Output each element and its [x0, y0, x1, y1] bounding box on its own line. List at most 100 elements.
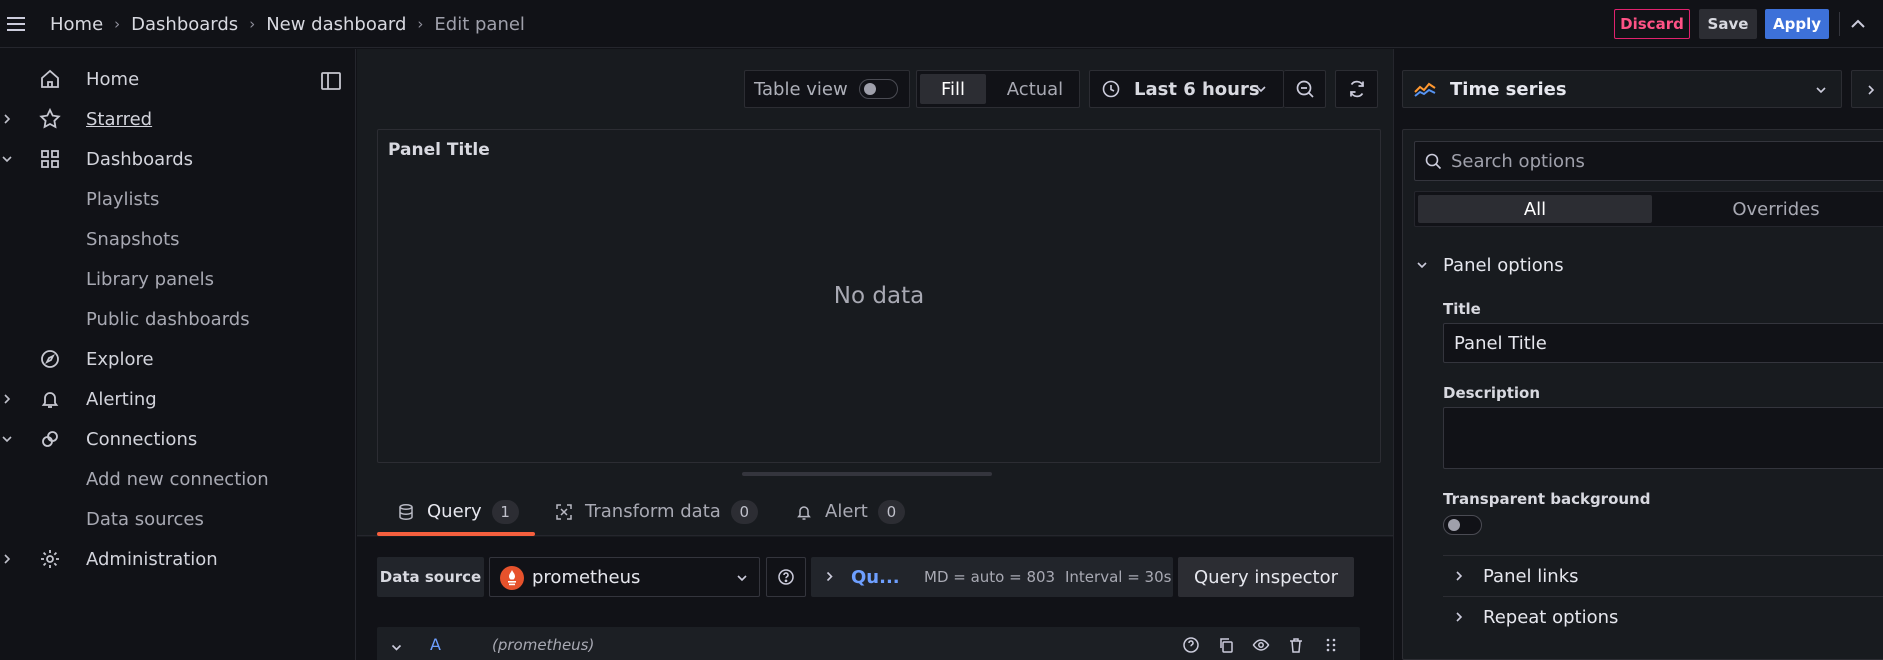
sidebar-item-dashboards[interactable]: Dashboards [0, 139, 356, 179]
sidebar-item-playlists[interactable]: Playlists [0, 179, 356, 219]
tab-count-badge: 1 [491, 499, 519, 524]
sidebar-item-connections[interactable]: Connections [0, 419, 356, 459]
sidebar-item-data-sources[interactable]: Data sources [0, 499, 356, 539]
resize-handle[interactable] [742, 472, 992, 476]
copy-icon[interactable] [1217, 636, 1235, 654]
apply-button[interactable]: Apply [1765, 9, 1829, 39]
editor-tabs: Query 1 Transform data 0 Alert 0 [357, 487, 1393, 536]
tab-transform-data[interactable]: Transform data 0 [555, 487, 758, 536]
cog-icon [41, 550, 59, 568]
transparent-background-switch[interactable] [1443, 515, 1482, 535]
sidebar-item-home[interactable]: Home [0, 59, 356, 99]
trash-icon[interactable] [1287, 636, 1305, 654]
tab-label: Query [427, 501, 482, 522]
query-row-datasource: (prometheus) [492, 636, 595, 654]
chevron-up-icon[interactable] [1846, 12, 1870, 36]
sidebar-item-label: Public dashboards [86, 308, 250, 330]
chevron-down-icon [737, 575, 747, 582]
sidebar-item-starred[interactable]: Starred [0, 99, 356, 139]
panel-editor: Table view Fill Actual Last 6 hours Pane… [357, 49, 1750, 660]
chevron-right-icon[interactable] [1, 553, 13, 565]
sidebar-item-library-panels[interactable]: Library panels [0, 259, 356, 299]
save-button[interactable]: Save [1699, 9, 1757, 39]
query-row-actions [1182, 636, 1340, 654]
panel-links-header[interactable]: Panel links [1443, 557, 1883, 595]
actual-option[interactable]: Actual [995, 74, 1075, 104]
data-source-picker[interactable]: prometheus [489, 557, 760, 597]
chevron-right-icon: › [114, 15, 121, 33]
options-panel: All Overrides Panel options Title Descri… [1402, 129, 1883, 660]
breadcrumb-dashboards[interactable]: Dashboards [131, 14, 238, 35]
chevron-down-icon [1417, 262, 1427, 269]
panel-links-label: Panel links [1483, 565, 1579, 587]
tab-count-badge: 0 [730, 499, 758, 524]
panel-options-header[interactable]: Panel options [1403, 245, 1883, 285]
all-option[interactable]: All [1418, 195, 1652, 223]
table-view-label: Table view [754, 78, 848, 100]
eye-icon[interactable] [1252, 636, 1270, 654]
chevron-right-icon: › [417, 15, 424, 33]
sidebar-item-public-dashboards[interactable]: Public dashboards [0, 299, 356, 339]
sidebar-item-label: Connections [86, 428, 198, 450]
overrides-option[interactable]: Overrides [1659, 195, 1883, 223]
sidebar-item-administration[interactable]: Administration [0, 539, 356, 579]
data-source-help-button[interactable] [766, 557, 806, 597]
sidebar-item-label: Library panels [86, 268, 214, 290]
sidebar-item-add-new-connection[interactable]: Add new connection [0, 459, 356, 499]
menu-icon[interactable] [4, 12, 28, 36]
sidebar-item-label: Alerting [86, 388, 157, 410]
sidebar-item-explore[interactable]: Explore [0, 339, 356, 379]
max-data-points: MD = auto = 803 [924, 568, 1056, 586]
home-icon [41, 69, 59, 88]
description-input[interactable] [1443, 407, 1883, 469]
tab-label: Transform data [585, 501, 721, 522]
visualization-name: Time series [1450, 78, 1567, 100]
breadcrumb-home[interactable]: Home [50, 14, 103, 35]
query-options-label: Qu... [851, 566, 900, 588]
time-range-picker[interactable]: Last 6 hours [1089, 70, 1284, 108]
zoom-out-icon [1296, 80, 1314, 98]
title-input[interactable] [1443, 323, 1883, 363]
discard-button[interactable]: Discard [1614, 9, 1690, 39]
repeat-options-header[interactable]: Repeat options [1443, 598, 1883, 636]
active-tab-indicator [377, 532, 535, 536]
panel-preview: Panel Title No data [377, 129, 1381, 463]
chevron-right-icon[interactable] [1, 113, 13, 125]
time-series-icon [1414, 82, 1436, 97]
chevron-right-icon[interactable] [1, 393, 13, 405]
search-options-input[interactable] [1451, 142, 1851, 180]
chevron-down-icon[interactable] [1, 153, 13, 165]
query-options[interactable]: Qu... MD = auto = 803 Interval = 30s [811, 557, 1173, 597]
question-circle-icon [778, 569, 794, 585]
query-ref-id[interactable]: A [430, 635, 441, 654]
fill-option[interactable]: Fill [920, 74, 986, 104]
description-label: Description [1443, 384, 1541, 402]
chevron-right-icon: › [249, 15, 256, 33]
sidebar-item-alerting[interactable]: Alerting [0, 379, 356, 419]
chevron-down-icon [1816, 87, 1826, 94]
table-view-toggle-group: Table view [744, 70, 910, 108]
apps-icon [41, 150, 59, 168]
chevron-down-icon[interactable] [1, 433, 13, 445]
divider [1839, 12, 1840, 36]
tab-query[interactable]: Query 1 [377, 487, 535, 536]
zoom-out-button[interactable] [1284, 70, 1326, 108]
sidebar-item-label: Starred [86, 108, 153, 130]
collapse-options-button[interactable] [1851, 70, 1883, 108]
visualization-picker[interactable]: Time series [1402, 70, 1842, 108]
tab-alert[interactable]: Alert 0 [795, 487, 905, 536]
compass-icon [41, 350, 59, 368]
prometheus-logo-icon [500, 566, 524, 590]
query-editor: Data source prometheus Qu... MD = auto =… [357, 537, 1393, 660]
switch-knob [864, 83, 876, 95]
table-view-switch[interactable] [859, 79, 898, 99]
top-bar: Home › Dashboards › New dashboard › Edit… [0, 0, 1883, 48]
question-circle-icon[interactable] [1182, 636, 1200, 654]
drag-handle-icon[interactable] [1322, 636, 1340, 654]
sidebar-item-snapshots[interactable]: Snapshots [0, 219, 356, 259]
breadcrumb-new-dashboard[interactable]: New dashboard [266, 14, 406, 35]
query-inspector-button[interactable]: Query inspector [1178, 557, 1354, 597]
refresh-button[interactable] [1335, 70, 1378, 108]
bell-icon [797, 505, 811, 520]
chevron-down-icon[interactable] [390, 641, 403, 654]
